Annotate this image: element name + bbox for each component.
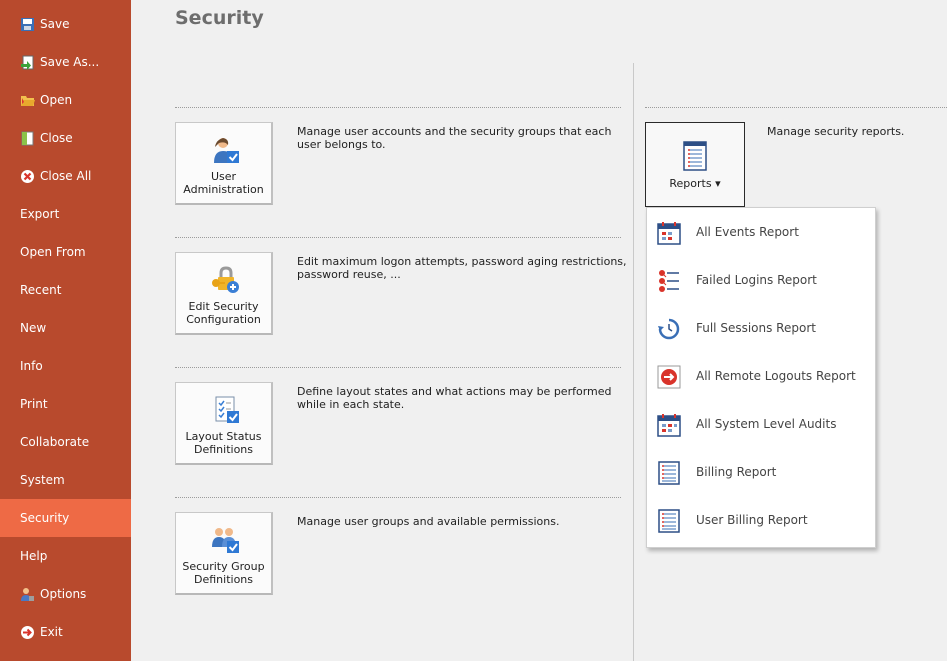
security-group-definitions-button[interactable]: Security Group Definitions bbox=[175, 512, 273, 595]
section-divider bbox=[175, 497, 621, 498]
reports-dropdown-button[interactable]: Reports ▾ bbox=[645, 122, 745, 207]
failed-logins-icon bbox=[657, 269, 681, 293]
sidebar-item-label: Help bbox=[20, 549, 48, 563]
user-admin-icon bbox=[211, 135, 241, 165]
vertical-divider bbox=[633, 63, 634, 661]
reports-description: Manage security reports. bbox=[767, 125, 905, 138]
tile-label: Security Group Definitions bbox=[182, 560, 265, 586]
reports-button-label: Reports ▾ bbox=[669, 177, 721, 190]
menu-item-label: Failed Logins Report bbox=[696, 273, 817, 287]
options-user-icon bbox=[20, 587, 35, 602]
section-divider bbox=[175, 237, 621, 238]
sidebar-item-recent[interactable]: Recent bbox=[0, 271, 131, 309]
sidebar-item-export[interactable]: Export bbox=[0, 195, 131, 233]
user-administration-description: Manage user accounts and the security gr… bbox=[297, 125, 612, 151]
tile-label: Edit Security Configuration bbox=[186, 300, 261, 326]
security-group-definitions-description: Manage user groups and available permiss… bbox=[297, 515, 560, 528]
menu-item-label: All System Level Audits bbox=[696, 417, 837, 431]
checklist-icon bbox=[211, 395, 241, 425]
sidebar-item-label: Open From bbox=[20, 245, 86, 259]
section-divider bbox=[645, 107, 947, 108]
sidebar-item-label: Security bbox=[20, 511, 70, 525]
report-list-icon bbox=[683, 141, 707, 171]
sidebar-item-save[interactable]: Save bbox=[0, 5, 131, 43]
sidebar-item-close-all[interactable]: Close All bbox=[0, 157, 131, 195]
lock-key-icon bbox=[211, 265, 241, 295]
sidebar-item-print[interactable]: Print bbox=[0, 385, 131, 423]
menu-item-label: All Events Report bbox=[696, 225, 799, 239]
sidebar-item-exit[interactable]: Exit bbox=[0, 613, 131, 651]
backstage-sidebar: Save Save As... Open Close Close All Exp… bbox=[0, 0, 131, 661]
layout-status-definitions-description: Define layout states and what actions ma… bbox=[297, 385, 612, 411]
exit-icon bbox=[20, 625, 35, 640]
sidebar-item-label: Exit bbox=[40, 625, 63, 639]
sidebar-item-label: Save As... bbox=[40, 55, 100, 69]
menu-item-user-billing-report[interactable]: User Billing Report bbox=[647, 497, 875, 545]
reports-menu: All Events Report Failed Logins Report F… bbox=[646, 207, 876, 548]
edit-security-configuration-button[interactable]: Edit Security Configuration bbox=[175, 252, 273, 335]
sidebar-item-label: Export bbox=[20, 207, 60, 221]
sidebar-item-save-as[interactable]: Save As... bbox=[0, 43, 131, 81]
sidebar-item-collaborate[interactable]: Collaborate bbox=[0, 423, 131, 461]
sidebar-item-label: Save bbox=[40, 17, 70, 31]
user-group-icon bbox=[211, 525, 241, 555]
user-billing-list-icon bbox=[657, 509, 681, 533]
sidebar-item-close[interactable]: Close bbox=[0, 119, 131, 157]
menu-item-label: Billing Report bbox=[696, 465, 777, 479]
sidebar-item-new[interactable]: New bbox=[0, 309, 131, 347]
close-all-icon bbox=[20, 169, 35, 184]
sidebar-item-security[interactable]: Security bbox=[0, 499, 131, 537]
sidebar-item-help[interactable]: Help bbox=[0, 537, 131, 575]
sidebar-item-open[interactable]: Open bbox=[0, 81, 131, 119]
sidebar-item-info[interactable]: Info bbox=[0, 347, 131, 385]
sidebar-item-label: Collaborate bbox=[20, 435, 90, 449]
close-document-icon bbox=[20, 131, 35, 146]
menu-item-all-system-level-audits[interactable]: All System Level Audits bbox=[647, 401, 875, 449]
edit-security-configuration-description: Edit maximum logon attempts, password ag… bbox=[297, 255, 627, 281]
sidebar-item-label: Info bbox=[20, 359, 43, 373]
calendar-report-icon bbox=[657, 221, 681, 245]
menu-item-label: Full Sessions Report bbox=[696, 321, 816, 335]
user-administration-button[interactable]: User Administration bbox=[175, 122, 273, 205]
menu-item-all-events-report[interactable]: All Events Report bbox=[647, 209, 875, 257]
sidebar-item-label: Options bbox=[40, 587, 87, 601]
sidebar-item-label: Recent bbox=[20, 283, 62, 297]
refresh-report-icon bbox=[657, 317, 681, 341]
sidebar-item-system[interactable]: System bbox=[0, 461, 131, 499]
open-folder-icon bbox=[20, 93, 35, 108]
section-divider bbox=[175, 107, 621, 108]
layout-status-definitions-button[interactable]: Layout Status Definitions bbox=[175, 382, 273, 465]
chevron-down-icon: ▾ bbox=[715, 177, 721, 190]
sidebar-item-label: Print bbox=[20, 397, 48, 411]
sidebar-item-open-from[interactable]: Open From bbox=[0, 233, 131, 271]
sidebar-item-label: New bbox=[20, 321, 47, 335]
save-as-icon bbox=[20, 55, 35, 70]
section-divider bbox=[175, 367, 621, 368]
page-title: Security bbox=[175, 7, 264, 29]
sidebar-item-label: Close All bbox=[40, 169, 92, 183]
sidebar-item-label: Open bbox=[40, 93, 73, 107]
audit-calendar-icon bbox=[657, 413, 681, 437]
menu-item-billing-report[interactable]: Billing Report bbox=[647, 449, 875, 497]
tile-label: Layout Status Definitions bbox=[185, 430, 262, 456]
menu-item-full-sessions-report[interactable]: Full Sessions Report bbox=[647, 305, 875, 353]
sidebar-item-options[interactable]: Options bbox=[0, 575, 131, 613]
menu-item-all-remote-logouts-report[interactable]: All Remote Logouts Report bbox=[647, 353, 875, 401]
save-icon bbox=[20, 17, 35, 32]
sidebar-item-label: System bbox=[20, 473, 65, 487]
menu-item-label: User Billing Report bbox=[696, 513, 808, 527]
sidebar-item-label: Close bbox=[40, 131, 73, 145]
menu-item-failed-logins-report[interactable]: Failed Logins Report bbox=[647, 257, 875, 305]
billing-list-icon bbox=[657, 461, 681, 485]
tile-label: User Administration bbox=[183, 170, 264, 196]
menu-item-label: All Remote Logouts Report bbox=[696, 369, 856, 383]
logout-arrow-icon bbox=[657, 365, 681, 389]
